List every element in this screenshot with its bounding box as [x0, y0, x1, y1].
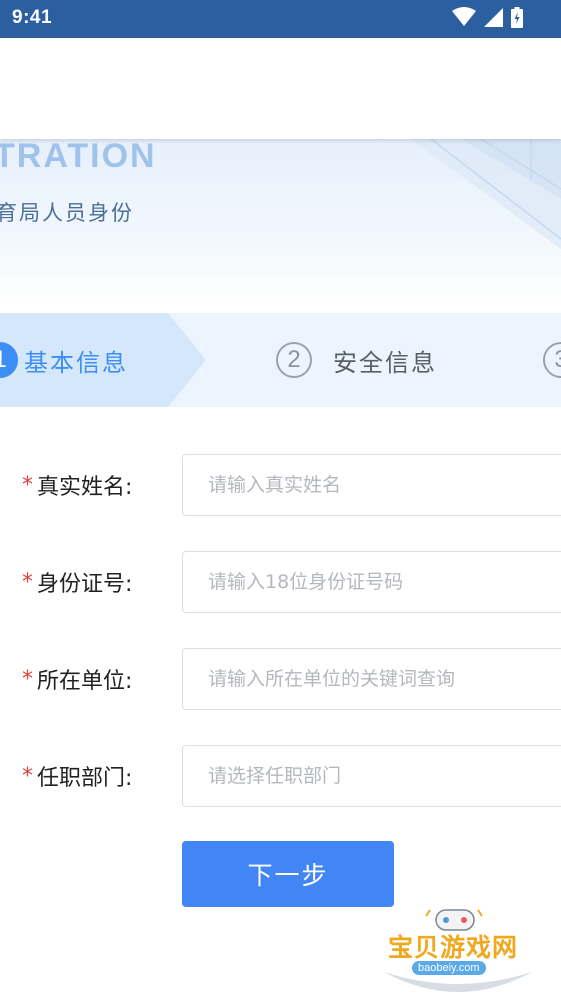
id-number-input[interactable] — [182, 551, 561, 613]
step-third: 3 — [543, 313, 561, 407]
real-name-label: * 真实姓名: — [22, 454, 132, 516]
watermark-logo: 宝贝游戏网 baobeiy.com — [378, 904, 538, 999]
banner-title: TRATION — [0, 139, 157, 175]
registration-steps: 1 基本信息 2 安全信息 3 — [0, 313, 561, 407]
id-number-row: * 身份证号: — [0, 551, 561, 613]
cellular-signal-icon — [484, 7, 503, 31]
real-name-label-text: 真实姓名: — [37, 475, 133, 500]
required-mark: * — [22, 666, 33, 692]
wifi-icon — [452, 7, 476, 31]
organization-input[interactable] — [182, 648, 561, 710]
battery-icon — [511, 6, 523, 32]
status-time: 9:41 — [12, 7, 53, 28]
organization-label-text: 所在单位: — [37, 669, 133, 694]
banner-decoration — [411, 139, 561, 249]
step-basic-info: 1 基本信息 — [0, 313, 128, 407]
required-mark: * — [22, 763, 33, 789]
real-name-row: * 真实姓名: — [0, 454, 561, 516]
id-number-label: * 身份证号: — [22, 551, 132, 613]
status-bar: 9:41 — [0, 0, 561, 38]
step-security-info: 2 安全信息 — [276, 313, 437, 407]
required-mark: * — [22, 472, 33, 498]
next-step-button[interactable]: 下一步 — [182, 841, 394, 907]
department-select[interactable] — [182, 745, 561, 807]
organization-row: * 所在单位: — [0, 648, 561, 710]
step-number-3: 3 — [543, 342, 561, 378]
organization-label: * 所在单位: — [22, 648, 132, 710]
watermark-title: 宝贝游戏网 — [388, 933, 519, 962]
registration-banner: TRATION 育局人员身份 — [0, 139, 561, 309]
id-number-label-text: 身份证号: — [37, 572, 133, 597]
status-icons — [452, 6, 523, 32]
department-label: * 任职部门: — [22, 745, 132, 807]
step-number-2: 2 — [276, 342, 312, 378]
step-label-basic-info: 基本信息 — [24, 348, 128, 377]
banner-subtitle: 育局人员身份 — [0, 201, 134, 225]
department-label-text: 任职部门: — [37, 766, 133, 791]
required-mark: * — [22, 569, 33, 595]
department-row: * 任职部门: — [0, 745, 561, 807]
step-number-1: 1 — [0, 342, 18, 378]
real-name-input[interactable] — [182, 454, 561, 516]
watermark-url: baobeiy.com — [412, 961, 486, 975]
step-label-security-info: 安全信息 — [333, 348, 437, 377]
app-bar — [0, 38, 561, 139]
